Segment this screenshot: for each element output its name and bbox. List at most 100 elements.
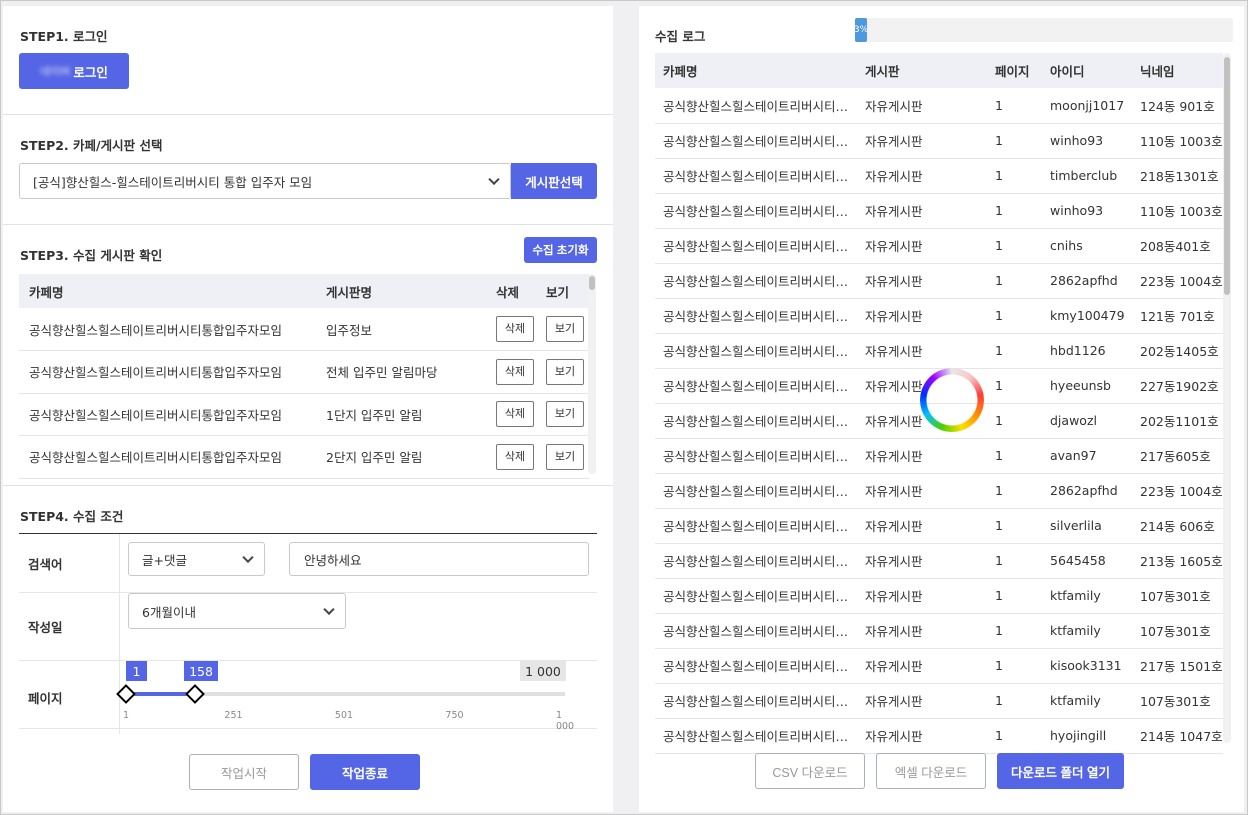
log-table-scrollbar[interactable] [1223,53,1231,743]
log-cafe: 공식향산힐스힐스테이트리버시티통합입주자모임 [655,683,857,719]
log-id: ktfamily [1042,578,1132,614]
step2-title: STEP2. 카페/게시판 선택 [20,138,163,153]
log-row: 공식향산힐스힐스테이트리버시티통합입주자모임자유게시판1avan97217동60… [655,438,1223,474]
control-panel: STEP1. 로그인 네이버 로그인 STEP2. 카페/게시판 선택 [공식]… [3,6,613,812]
delete-cell: 삭제 [486,350,536,394]
chevron-down-icon [488,173,500,186]
delete-board-button[interactable]: 삭제 [496,443,534,470]
log-cafe: 공식향산힐스힐스테이트리버시티통합입주자모임 [655,193,857,229]
scrollbar-thumb[interactable] [1224,57,1230,295]
log-id: winho93 [1042,123,1132,159]
log-row: 공식향산힐스힐스테이트리버시티통합입주자모임자유게시판15645458213동 … [655,543,1223,579]
log-id: 2862apfhd [1042,473,1132,509]
log-id: 2862apfhd [1042,263,1132,299]
naver-login-button[interactable]: 네이버 로그인 [19,53,129,89]
log-board: 자유게시판 [857,263,987,299]
progress-bar: 3% [855,18,1233,42]
view-board-button[interactable]: 보기 [546,401,584,428]
search-type-select[interactable]: 글+댓글 [128,542,265,576]
log-nick: 208동401호 [1132,228,1223,264]
start-job-button[interactable]: 작업시작 [189,754,299,790]
log-id: kmy100479 [1042,298,1132,334]
date-range-select[interactable]: 6개월이내 [128,593,346,629]
log-page: 1 [987,88,1042,124]
log-nick: 214동 606호 [1132,508,1223,544]
log-board: 자유게시판 [857,578,987,614]
log-panel: 수집 로그 3% 카페명 게시판 페이지 아이디 닉네임 공식향산힐스힐스테이트… [639,6,1244,812]
step3-title: STEP3. 수집 게시판 확인 [20,248,163,263]
board-table: 카페명 게시판명 삭제 보기 공식향산힐스힐스테이트리버시티통합입주자모임 입주정… [19,274,589,479]
select-board-button[interactable]: 게시판선택 [511,163,597,199]
progress-fill: 3% [855,18,867,42]
log-cafe: 공식향산힐스힐스테이트리버시티통합입주자모임 [655,263,857,299]
log-col-nick: 닉네임 [1132,53,1223,88]
delete-cell: 삭제 [486,435,536,479]
view-board-button[interactable]: 보기 [546,316,584,342]
log-nick: 107동301호 [1132,683,1223,719]
log-col-id: 아이디 [1042,53,1132,88]
page-range-slider[interactable] [116,684,565,705]
delete-board-button[interactable]: 삭제 [496,358,534,385]
log-board: 자유게시판 [857,88,987,124]
board-table-scrollbar[interactable] [588,274,596,474]
csv-download-button[interactable]: CSV 다운로드 [755,753,865,789]
log-cafe: 공식향산힐스힐스테이트리버시티통합입주자모임 [655,228,857,264]
log-row: 공식향산힐스힐스테이트리버시티통합입주자모임자유게시판1moonjj101712… [655,88,1223,124]
log-id: djawozl [1042,403,1132,439]
log-cafe: 공식향산힐스힐스테이트리버시티통합입주자모임 [655,368,857,404]
log-nick: 202동1101호 [1132,403,1223,439]
cafe-select-value: [공식]향산힐스-힐스테이트리버시티 통합 입주자 모임 [33,174,313,190]
log-board: 자유게시판 [857,228,987,264]
col-delete: 삭제 [486,274,536,308]
log-cafe: 공식향산힐스힐스테이트리버시티통합입주자모임 [655,508,857,544]
excel-download-button[interactable]: 엑셀 다운로드 [876,753,986,789]
keyword-input[interactable]: 안녕하세요 [289,542,589,576]
log-page: 1 [987,473,1042,509]
log-board: 자유게시판 [857,298,987,334]
log-board: 자유게시판 [857,648,987,684]
search-type-value: 글+댓글 [142,552,187,568]
reset-collection-button[interactable]: 수집 초기화 [524,237,597,263]
log-col-board: 게시판 [857,53,987,88]
log-nick: 217동 1501호 [1132,648,1223,684]
step1-title: STEP1. 로그인 [20,29,108,44]
log-id: timberclub [1042,158,1132,194]
chevron-down-icon [242,551,254,564]
delete-board-button[interactable]: 삭제 [496,316,534,342]
log-page: 1 [987,543,1042,579]
log-cafe: 공식향산힐스힐스테이트리버시티통합입주자모임 [655,648,857,684]
log-page: 1 [987,333,1042,369]
log-row: 공식향산힐스힐스테이트리버시티통합입주자모임자유게시판1hyojingill21… [655,718,1223,754]
step2-section: STEP2. 카페/게시판 선택 [공식]향산힐스-힐스테이트리버시티 통합 입… [3,115,613,225]
view-board-button[interactable]: 보기 [546,443,584,470]
log-nick: 223동 1004호 [1132,473,1223,509]
log-page: 1 [987,683,1042,719]
log-page: 1 [987,193,1042,229]
log-board: 자유게시판 [857,438,987,474]
cafe-select[interactable]: [공식]향산힐스-힐스테이트리버시티 통합 입주자 모임 [19,163,511,199]
board-row-board: 전체 입주민 알림마당 [316,350,486,394]
page-max-selected-tag: 158 [184,661,218,681]
log-id: hyojingill [1042,718,1132,754]
stop-job-button[interactable]: 작업종료 [310,754,420,790]
log-cafe: 공식향산힐스힐스테이트리버시티통합입주자모임 [655,438,857,474]
open-download-folder-button[interactable]: 다운로드 폴더 열기 [997,753,1124,789]
log-board: 자유게시판 [857,508,987,544]
log-nick: 110동 1003호 [1132,193,1223,229]
log-row: 공식향산힐스힐스테이트리버시티통합입주자모임자유게시판12862apfhd223… [655,263,1223,299]
log-row: 공식향산힐스힐스테이트리버시티통합입주자모임자유게시판1ktfamily107동… [655,683,1223,719]
slider-tick-label: 1 000 [555,710,575,732]
log-id: avan97 [1042,438,1132,474]
page-label: 페이지 [28,690,63,706]
log-page: 1 [987,438,1042,474]
slider-max-handle[interactable] [185,684,206,704]
view-board-button[interactable]: 보기 [546,358,584,385]
delete-cell: 삭제 [486,308,536,351]
delete-board-button[interactable]: 삭제 [496,401,534,428]
date-range-value: 6개월이내 [142,604,196,620]
log-nick: 124동 901호 [1132,88,1223,124]
view-cell: 보기 [536,435,589,479]
log-col-cafe: 카페명 [655,53,857,88]
slider-ticks: 1 251 501 750 1 000 [123,710,574,732]
scrollbar-thumb[interactable] [589,276,595,290]
